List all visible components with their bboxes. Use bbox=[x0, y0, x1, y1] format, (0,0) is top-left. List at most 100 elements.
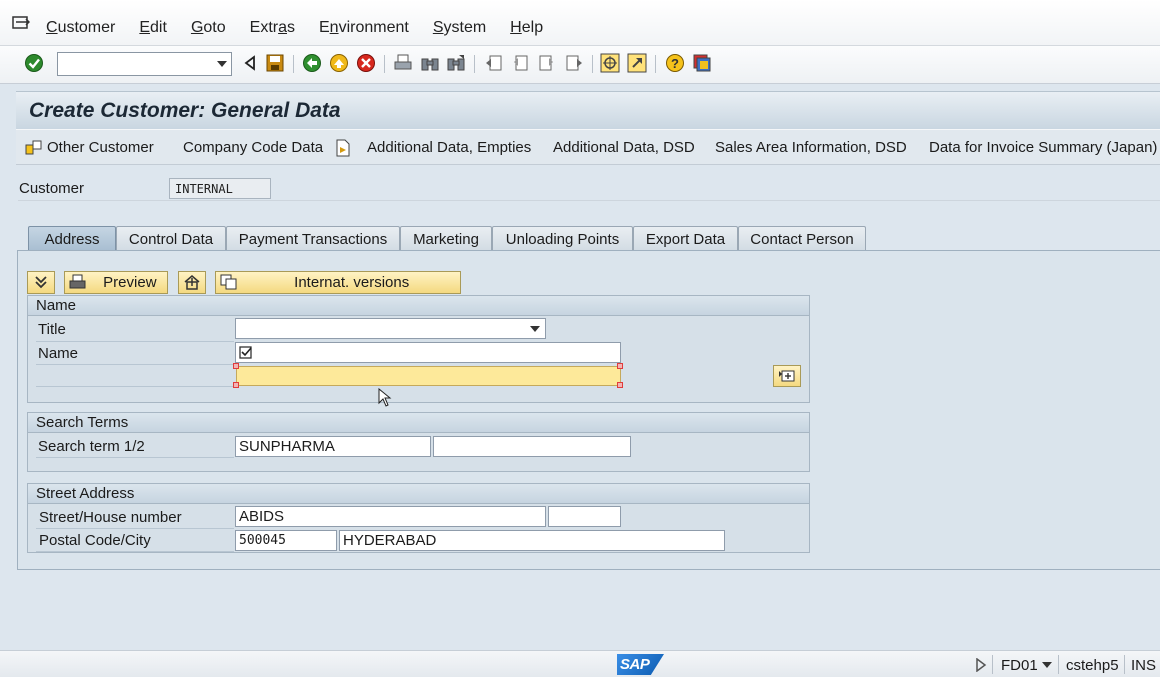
international-versions-button[interactable]: Internat. versions bbox=[215, 271, 461, 294]
customize-layout-button[interactable] bbox=[692, 53, 712, 73]
city-field[interactable]: HYDERABAD bbox=[339, 530, 725, 551]
insert-mode: INS bbox=[1131, 657, 1157, 674]
title-row-line bbox=[36, 341, 234, 342]
name2-row-line bbox=[36, 386, 234, 387]
street-house-label: Street/House number bbox=[39, 509, 182, 526]
menu-help[interactable]: Help bbox=[510, 19, 543, 37]
shortcut-button[interactable] bbox=[627, 53, 647, 73]
triangle-left-icon bbox=[244, 55, 255, 71]
name-row-line bbox=[36, 364, 234, 365]
company-code-data-button[interactable]: Company Code Data bbox=[183, 139, 323, 156]
chevron-down-icon[interactable] bbox=[1042, 662, 1052, 668]
menu-edit[interactable]: Edit bbox=[139, 19, 167, 37]
tab-control-data[interactable]: Control Data bbox=[116, 226, 226, 250]
name2-field[interactable] bbox=[236, 366, 621, 386]
menu-extras[interactable]: Extras bbox=[250, 19, 295, 37]
tab-export-data[interactable]: Export Data bbox=[633, 226, 738, 250]
menu-system[interactable]: System bbox=[433, 19, 486, 37]
tab-contact-person[interactable]: Contact Person bbox=[738, 226, 866, 250]
street-row-line bbox=[36, 528, 234, 529]
toolbar-separator bbox=[592, 55, 593, 73]
name-group-header: Name bbox=[28, 296, 809, 316]
next-page-button[interactable] bbox=[537, 53, 557, 73]
additional-data-empties-button[interactable]: Additional Data, Empties bbox=[367, 139, 531, 156]
window-menu-icon[interactable] bbox=[12, 16, 30, 30]
save-icon bbox=[266, 54, 284, 72]
enter-button[interactable] bbox=[24, 53, 44, 73]
first-page-icon bbox=[486, 55, 502, 71]
menu-environment[interactable]: Environment bbox=[319, 19, 409, 37]
command-field[interactable] bbox=[57, 52, 232, 76]
chevron-down-icon[interactable] bbox=[530, 326, 540, 332]
menu-goto[interactable]: Goto bbox=[191, 19, 226, 37]
last-page-button[interactable] bbox=[564, 53, 584, 73]
new-session-button[interactable] bbox=[600, 53, 620, 73]
selection-handle bbox=[617, 363, 623, 369]
other-customer-icon bbox=[25, 140, 42, 155]
preview-button[interactable]: Preview bbox=[64, 271, 168, 294]
back-green-icon bbox=[303, 54, 321, 72]
document-arrow-icon[interactable] bbox=[334, 139, 352, 157]
toolbar-separator bbox=[655, 55, 656, 73]
tab-unloading-points[interactable]: Unloading Points bbox=[492, 226, 633, 250]
status-separator bbox=[1124, 655, 1125, 674]
tab-address[interactable]: Address bbox=[28, 226, 116, 250]
expand-section-button[interactable] bbox=[27, 271, 55, 294]
print-button[interactable] bbox=[393, 53, 413, 73]
chevron-down-icon[interactable] bbox=[217, 61, 227, 67]
sap-logo: SAP bbox=[617, 654, 664, 675]
selection-handle bbox=[233, 363, 239, 369]
other-customer-button[interactable]: Other Customer bbox=[47, 139, 154, 156]
cancel-button[interactable] bbox=[356, 53, 376, 73]
street-address-header: Street Address bbox=[28, 484, 809, 504]
name1-field[interactable] bbox=[235, 342, 621, 363]
customer-label: Customer bbox=[19, 180, 85, 197]
checkbox-checked-icon bbox=[239, 346, 252, 359]
next-page-icon bbox=[539, 55, 553, 71]
additional-data-dsd-button[interactable]: Additional Data, DSD bbox=[553, 139, 695, 156]
help-icon: ? bbox=[666, 54, 684, 72]
more-names-button[interactable] bbox=[773, 365, 801, 387]
status-expand-icon[interactable] bbox=[975, 658, 987, 672]
exit-yellow-icon bbox=[330, 54, 348, 72]
help-button[interactable]: ? bbox=[665, 53, 685, 73]
search-terms-header: Search Terms bbox=[28, 413, 809, 433]
page-title: Create Customer: General Data bbox=[29, 99, 341, 122]
upload-address-button[interactable] bbox=[178, 271, 206, 294]
house-number-field[interactable] bbox=[548, 506, 621, 527]
search-term-1-field[interactable]: SUNPHARMA bbox=[235, 436, 431, 457]
title-label: Title bbox=[38, 321, 66, 338]
postal-code-field[interactable]: 500045 bbox=[235, 530, 337, 551]
server-name: cstehp5 bbox=[1066, 657, 1119, 674]
title-dropdown[interactable] bbox=[235, 318, 546, 339]
street-field[interactable]: ABIDS bbox=[235, 506, 546, 527]
checkmark-icon bbox=[25, 54, 43, 72]
search-term-label: Search term 1/2 bbox=[38, 438, 145, 455]
save-button[interactable] bbox=[265, 53, 285, 73]
sales-area-dsd-button[interactable]: Sales Area Information, DSD bbox=[715, 139, 907, 156]
exit-button[interactable] bbox=[329, 53, 349, 73]
find-next-button[interactable] bbox=[446, 53, 466, 73]
menu-customer[interactable]: Customer bbox=[46, 19, 115, 37]
screen-title-bar: Create Customer: General Data bbox=[16, 91, 1160, 129]
toolbar-separator bbox=[474, 55, 475, 73]
selection-handle bbox=[617, 382, 623, 388]
house-arrow-icon bbox=[184, 275, 200, 290]
svg-text:?: ? bbox=[671, 56, 679, 71]
international-versions-label: Internat. versions bbox=[294, 274, 410, 291]
find-button[interactable] bbox=[420, 53, 440, 73]
search-term-2-field[interactable] bbox=[433, 436, 631, 457]
previous-page-button[interactable] bbox=[510, 53, 530, 73]
invoice-summary-button[interactable]: Data for Invoice Summary (Japan) bbox=[929, 139, 1157, 156]
versions-icon bbox=[220, 274, 237, 290]
toolbar-separator bbox=[384, 55, 385, 73]
first-page-button[interactable] bbox=[484, 53, 504, 73]
tab-payment-transactions[interactable]: Payment Transactions bbox=[226, 226, 400, 250]
tab-marketing[interactable]: Marketing bbox=[400, 226, 492, 250]
toolbar-separator bbox=[293, 55, 294, 73]
expand-fields-icon bbox=[779, 370, 795, 382]
status-bar: SAP FD01 cstehp5 INS bbox=[0, 650, 1160, 677]
command-input[interactable] bbox=[61, 54, 211, 74]
back-button[interactable] bbox=[302, 53, 322, 73]
back-arrow-button[interactable] bbox=[240, 53, 260, 73]
